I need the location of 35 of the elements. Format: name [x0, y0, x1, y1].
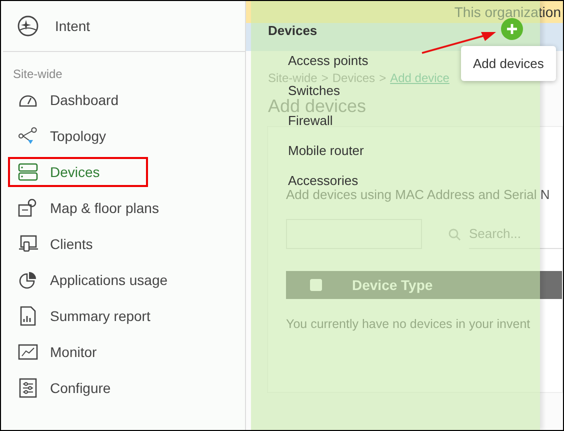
flyout-item[interactable]: Access points — [288, 53, 368, 69]
sliders-icon — [18, 378, 38, 398]
breadcrumb-separator: > — [379, 71, 386, 85]
server-icon — [18, 162, 38, 182]
breadcrumb-separator: > — [321, 71, 328, 85]
line-chart-icon — [18, 342, 38, 362]
flyout-item[interactable]: Switches — [288, 83, 340, 99]
instruction-text: Add devices using MAC Address and Serial N — [286, 187, 550, 203]
section-title: Site-wide — [12, 66, 64, 83]
flyout-item[interactable]: Mobile router — [288, 143, 364, 159]
sidebar-item[interactable]: Monitor — [8, 337, 148, 367]
column-header: Device Type — [352, 277, 433, 293]
sidebar-item[interactable]: Applications usage — [8, 265, 174, 295]
sidebar-item[interactable]: Clients — [8, 229, 148, 259]
tooltip: Add devices — [461, 46, 556, 81]
search-icon — [448, 228, 461, 240]
intent-label[interactable]: Intent — [55, 18, 90, 34]
flyout-item[interactable]: Firewall — [288, 113, 333, 129]
sparkle-icon — [17, 15, 39, 37]
sidebar-item[interactable]: Dashboard — [8, 85, 148, 115]
sidebar-item[interactable]: Devices — [8, 157, 148, 187]
laptop-icon — [18, 234, 38, 254]
flyout-title: Devices — [268, 23, 318, 39]
banner-text: This organization — [454, 4, 561, 20]
network-icon — [18, 126, 38, 146]
sidebar-item[interactable]: Summary report — [8, 301, 156, 331]
sidebar-item[interactable]: Topology — [8, 121, 148, 151]
pie-chart-icon — [18, 270, 38, 290]
plus-icon — [506, 23, 518, 35]
empty-message: You currently have no devices in your invent — [286, 316, 530, 332]
flyout-item[interactable]: Accessories — [288, 173, 358, 189]
report-icon — [18, 306, 38, 326]
sidebar-item[interactable]: Configure — [8, 373, 148, 403]
checkbox[interactable] — [310, 279, 322, 291]
sidebar-item[interactable]: Map & floor plans — [8, 193, 165, 223]
